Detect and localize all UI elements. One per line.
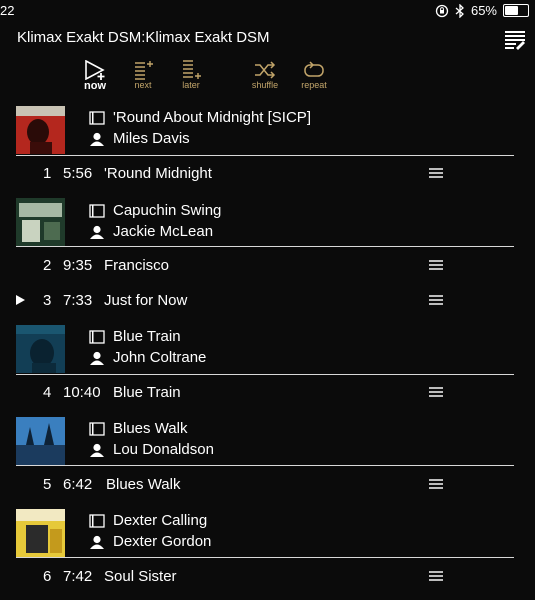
artist-icon xyxy=(90,132,104,146)
play-next-label: next xyxy=(134,80,152,90)
album-artist-line: John Coltrane xyxy=(89,349,206,366)
artist-icon xyxy=(90,443,104,457)
album-artist-line: Miles Davis xyxy=(89,130,190,147)
album-title: Dexter Calling xyxy=(113,512,208,529)
album-artist-line: Lou Donaldson xyxy=(89,441,214,458)
album-title-line: 'Round About Midnight [SICP] xyxy=(89,109,311,126)
repeat-label: repeat xyxy=(301,80,327,90)
bluetooth-icon xyxy=(455,3,464,18)
track-name: Soul Sister xyxy=(104,568,177,585)
status-time: 22 xyxy=(0,3,15,18)
track-number: 4 xyxy=(43,384,52,401)
shuffle-label: shuffle xyxy=(251,80,279,90)
shuffle-button[interactable]: shuffle xyxy=(250,60,280,90)
album-cover xyxy=(16,324,65,373)
repeat-button[interactable]: repeat xyxy=(299,60,329,90)
track-duration: 7:33 xyxy=(63,292,93,309)
divider xyxy=(16,557,514,558)
track-name: Blues Walk xyxy=(106,476,181,493)
play-next-button[interactable]: next xyxy=(128,60,158,90)
album-cover xyxy=(16,105,65,154)
track-number: 2 xyxy=(43,257,52,274)
album-cover xyxy=(16,416,65,465)
repeat-icon xyxy=(304,61,324,77)
play-later-label: later xyxy=(182,80,200,90)
play-now-button[interactable]: now xyxy=(80,60,110,92)
album-title: Blues Walk xyxy=(113,420,188,437)
track-number: 1 xyxy=(43,165,52,182)
album-title: Capuchin Swing xyxy=(113,202,222,219)
track-duration: 5:56 xyxy=(63,165,93,182)
album-cover xyxy=(16,198,65,246)
track-menu-icon[interactable] xyxy=(429,571,443,582)
track-duration: 10:40 xyxy=(63,384,101,401)
album-title-line: Dexter Calling xyxy=(89,512,207,529)
album-title: Blue Train xyxy=(113,328,181,345)
track-row[interactable]: 6 7:42 Soul Sister xyxy=(0,559,535,595)
status-right: 65% xyxy=(435,3,529,18)
album-artist: Lou Donaldson xyxy=(113,441,214,458)
play-now-label: now xyxy=(84,80,106,92)
album-title-line: Capuchin Swing xyxy=(89,202,221,219)
track-menu-icon[interactable] xyxy=(429,168,443,179)
album-icon xyxy=(89,203,105,218)
album-header[interactable]: Capuchin Swing Jackie McLean xyxy=(0,197,535,247)
track-row[interactable]: 2 9:35 Francisco xyxy=(0,248,535,284)
status-bar: 22 65% xyxy=(0,0,535,22)
playlist-edit-icon[interactable] xyxy=(504,30,526,50)
divider xyxy=(16,246,514,247)
track-menu-icon[interactable] xyxy=(429,260,443,271)
track-row-now-playing[interactable]: 3 7:33 Just for Now xyxy=(0,283,535,319)
album-artist: Miles Davis xyxy=(113,130,190,147)
album-icon xyxy=(89,329,105,344)
divider xyxy=(16,465,514,466)
shuffle-icon xyxy=(255,61,276,79)
battery-icon xyxy=(503,4,529,17)
track-row[interactable]: 5 6:42 Blues Walk xyxy=(0,467,535,503)
album-header[interactable]: Blue Train John Coltrane xyxy=(0,323,535,374)
album-artist: John Coltrane xyxy=(113,349,207,366)
track-name: Just for Now xyxy=(104,292,188,309)
album-title-line: Blue Train xyxy=(89,328,181,345)
track-duration: 9:35 xyxy=(63,257,93,274)
artist-icon xyxy=(90,225,104,239)
album-artist-line: Jackie McLean xyxy=(89,223,213,240)
track-duration: 7:42 xyxy=(63,568,93,585)
album-header[interactable]: Dexter Calling Dexter Gordon xyxy=(0,507,535,558)
album-artist: Dexter Gordon xyxy=(113,533,212,550)
album-icon xyxy=(89,421,105,436)
page-title: Klimax Exakt DSM:Klimax Exakt DSM xyxy=(17,29,270,46)
album-header[interactable]: 'Round About Midnight [SICP] Miles Davis xyxy=(0,104,535,155)
artist-icon xyxy=(90,535,104,549)
album-icon xyxy=(89,110,105,125)
track-number: 6 xyxy=(43,568,52,585)
track-menu-icon[interactable] xyxy=(429,387,443,398)
play-now-icon xyxy=(85,60,105,80)
track-number: 3 xyxy=(43,292,52,309)
battery-percent: 65% xyxy=(470,3,497,18)
track-name: Francisco xyxy=(104,257,170,274)
orientation-lock-icon xyxy=(435,4,449,17)
track-number: 5 xyxy=(43,476,52,493)
now-playing-icon xyxy=(16,295,25,305)
track-name: 'Round Midnight xyxy=(104,165,212,182)
album-title: 'Round About Midnight [SICP] xyxy=(113,109,311,126)
album-artist-line: Dexter Gordon xyxy=(89,533,211,550)
play-next-icon xyxy=(135,61,153,80)
track-menu-icon[interactable] xyxy=(429,295,443,306)
album-icon xyxy=(89,513,105,528)
album-cover xyxy=(16,508,65,557)
album-header[interactable]: Blues Walk Lou Donaldson xyxy=(0,415,535,466)
artist-icon xyxy=(90,351,104,365)
play-later-button[interactable]: later xyxy=(176,60,206,90)
track-row[interactable]: 4 10:40 Blue Train xyxy=(0,375,535,411)
track-name: Blue Train xyxy=(113,384,181,401)
album-artist: Jackie McLean xyxy=(113,223,214,240)
battery-fill xyxy=(505,6,518,15)
track-row[interactable]: 1 5:56 'Round Midnight xyxy=(0,156,535,192)
album-title-line: Blues Walk xyxy=(89,420,187,437)
track-menu-icon[interactable] xyxy=(429,479,443,490)
play-later-icon xyxy=(183,60,201,79)
track-duration: 6:42 xyxy=(63,476,93,493)
